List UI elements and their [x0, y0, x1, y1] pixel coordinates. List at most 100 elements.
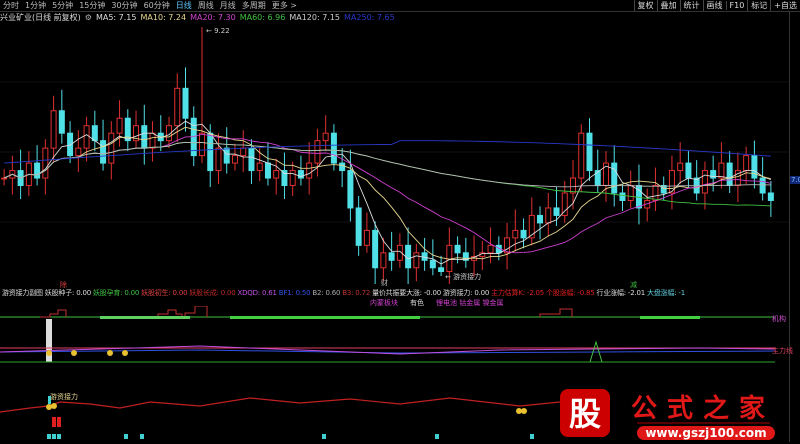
candle-body: [91, 125, 98, 142]
candle-body: [701, 170, 708, 194]
indicator-value: 妖股种子: 0.00: [44, 289, 91, 297]
candle-body: [50, 110, 57, 149]
ma-info-row: 兴业矿业(日线 前复权) ⚙ MA5: 7.15 MA10: 7.24 MA20…: [0, 12, 395, 22]
tool-button[interactable]: 画线: [702, 0, 726, 11]
ma20: MA20: 7.30: [190, 12, 236, 22]
right-toolbar: 复权 叠加 统计 画线 F10 标记 +自选: [633, 0, 800, 11]
price-axis: [789, 11, 790, 442]
candle-body: [182, 87, 189, 119]
candle-body: [83, 125, 90, 149]
candle-body: [248, 147, 255, 172]
candle-body: [273, 170, 280, 179]
svg-text:www.gszj100.com: www.gszj100.com: [645, 426, 766, 440]
candle-body: [141, 125, 148, 149]
candle-body: [240, 147, 247, 157]
candle-body: [34, 162, 41, 179]
candle-body: [347, 170, 354, 209]
indicator-panel[interactable]: [0, 306, 789, 368]
youzi-label: 游资接力: [50, 393, 78, 401]
candle-body: [611, 162, 618, 194]
period-tab[interactable]: 月线: [217, 0, 239, 11]
candle-body: [652, 185, 659, 201]
candle-body: [520, 229, 527, 239]
indicator-value: 妖股长成: 0.00: [189, 289, 236, 297]
low-label: ← 游资接力: [445, 272, 481, 281]
ma60: MA60: 6.96: [239, 12, 286, 22]
candle-body: [685, 162, 692, 179]
tool-button[interactable]: F10: [725, 1, 748, 10]
candle-body: [718, 162, 725, 179]
watermark-logo: 股 公式之家 www.gszj100.com: [555, 385, 790, 442]
candle-body: [627, 185, 634, 201]
indicator-value: 个股涨幅: -0.85: [546, 289, 595, 297]
candle-body: [149, 132, 156, 149]
indicator-value: 大盘涨幅: -1: [647, 289, 686, 297]
candle-body: [363, 229, 370, 246]
ma5: MA5: 7.15: [95, 12, 137, 22]
svg-text:股: 股: [569, 395, 601, 433]
period-tab[interactable]: 周线: [195, 0, 217, 11]
indicator-value: 游资接力副图: [2, 289, 43, 297]
indicator-value: B3: 0.72: [342, 289, 371, 297]
candle-body: [281, 170, 288, 187]
indicator-value: 游资接力: 0.00: [442, 289, 490, 297]
period-tab[interactable]: 60分钟: [141, 0, 173, 11]
candle-body: [256, 162, 263, 172]
indicator-value: B2: 0.60: [312, 289, 341, 297]
indicator-value: 行业涨幅: -2.01: [596, 289, 646, 297]
candle-body: [743, 155, 750, 172]
period-tab[interactable]: 30分钟: [108, 0, 140, 11]
candle-body: [413, 252, 420, 269]
ma10: MA10: 7.24: [140, 12, 187, 22]
candle-body: [264, 162, 271, 179]
candle-body: [429, 259, 436, 269]
candle-body: [289, 170, 296, 187]
candle-body: [553, 207, 560, 216]
candle-body: [561, 192, 568, 216]
svg-text:公式之家: 公式之家: [631, 393, 775, 424]
candle-body: [215, 147, 222, 172]
candle-body: [512, 229, 519, 239]
stock-title: 兴业矿业(日线 前复权): [0, 12, 81, 22]
candle-body: [42, 147, 49, 179]
period-tab[interactable]: 15分钟: [76, 0, 108, 11]
settings-icon[interactable]: ⚙: [85, 13, 92, 22]
candle-body: [306, 162, 313, 179]
marker-jian: 减: [630, 281, 637, 289]
period-tab[interactable]: 更多 >: [269, 0, 300, 11]
marker-chu: 除: [60, 281, 67, 289]
jigou-label: 机构: [772, 315, 786, 323]
candle-body: [339, 162, 346, 172]
period-tab[interactable]: 5分钟: [49, 0, 76, 11]
indicator-value: BF1: 0.50: [278, 289, 311, 297]
period-tab[interactable]: 分时: [0, 0, 22, 11]
candle-body: [116, 117, 123, 134]
candle-body: [726, 162, 733, 187]
indicator-value: 量价共振要大涨: -0.00: [372, 289, 441, 297]
candle-body: [174, 87, 181, 127]
high-label: ← 9.22: [206, 27, 230, 35]
candle-body: [487, 244, 494, 254]
candle-body: [767, 192, 774, 201]
tool-button[interactable]: +自选: [770, 0, 800, 11]
zhuli-label: 主力线: [772, 347, 793, 355]
candlestick-chart[interactable]: ← 9.22 ← 游资接力: [0, 22, 789, 284]
period-tab[interactable]: 日线: [173, 0, 195, 11]
candle-body: [586, 132, 593, 172]
ma250: MA250: 7.65: [344, 12, 395, 22]
tool-button[interactable]: 叠加: [656, 0, 680, 11]
candle-body: [223, 147, 230, 164]
candle-body: [330, 132, 337, 164]
period-toolbar: 分时 1分钟 5分钟 15分钟 30分钟 60分钟 日线 周线 月线 多周期 更多 >: [0, 0, 560, 11]
candle-body: [75, 147, 82, 157]
candle-body: [108, 132, 115, 164]
candle-body: [231, 155, 238, 164]
tool-button[interactable]: 标记: [747, 0, 770, 11]
candle-body: [355, 207, 362, 246]
tool-button[interactable]: 统计: [679, 0, 703, 11]
candle-body: [537, 214, 544, 224]
period-tab[interactable]: 多周期: [239, 0, 269, 11]
tool-button[interactable]: 复权: [633, 0, 657, 11]
period-tab[interactable]: 1分钟: [22, 0, 49, 11]
candle-body: [570, 177, 577, 194]
